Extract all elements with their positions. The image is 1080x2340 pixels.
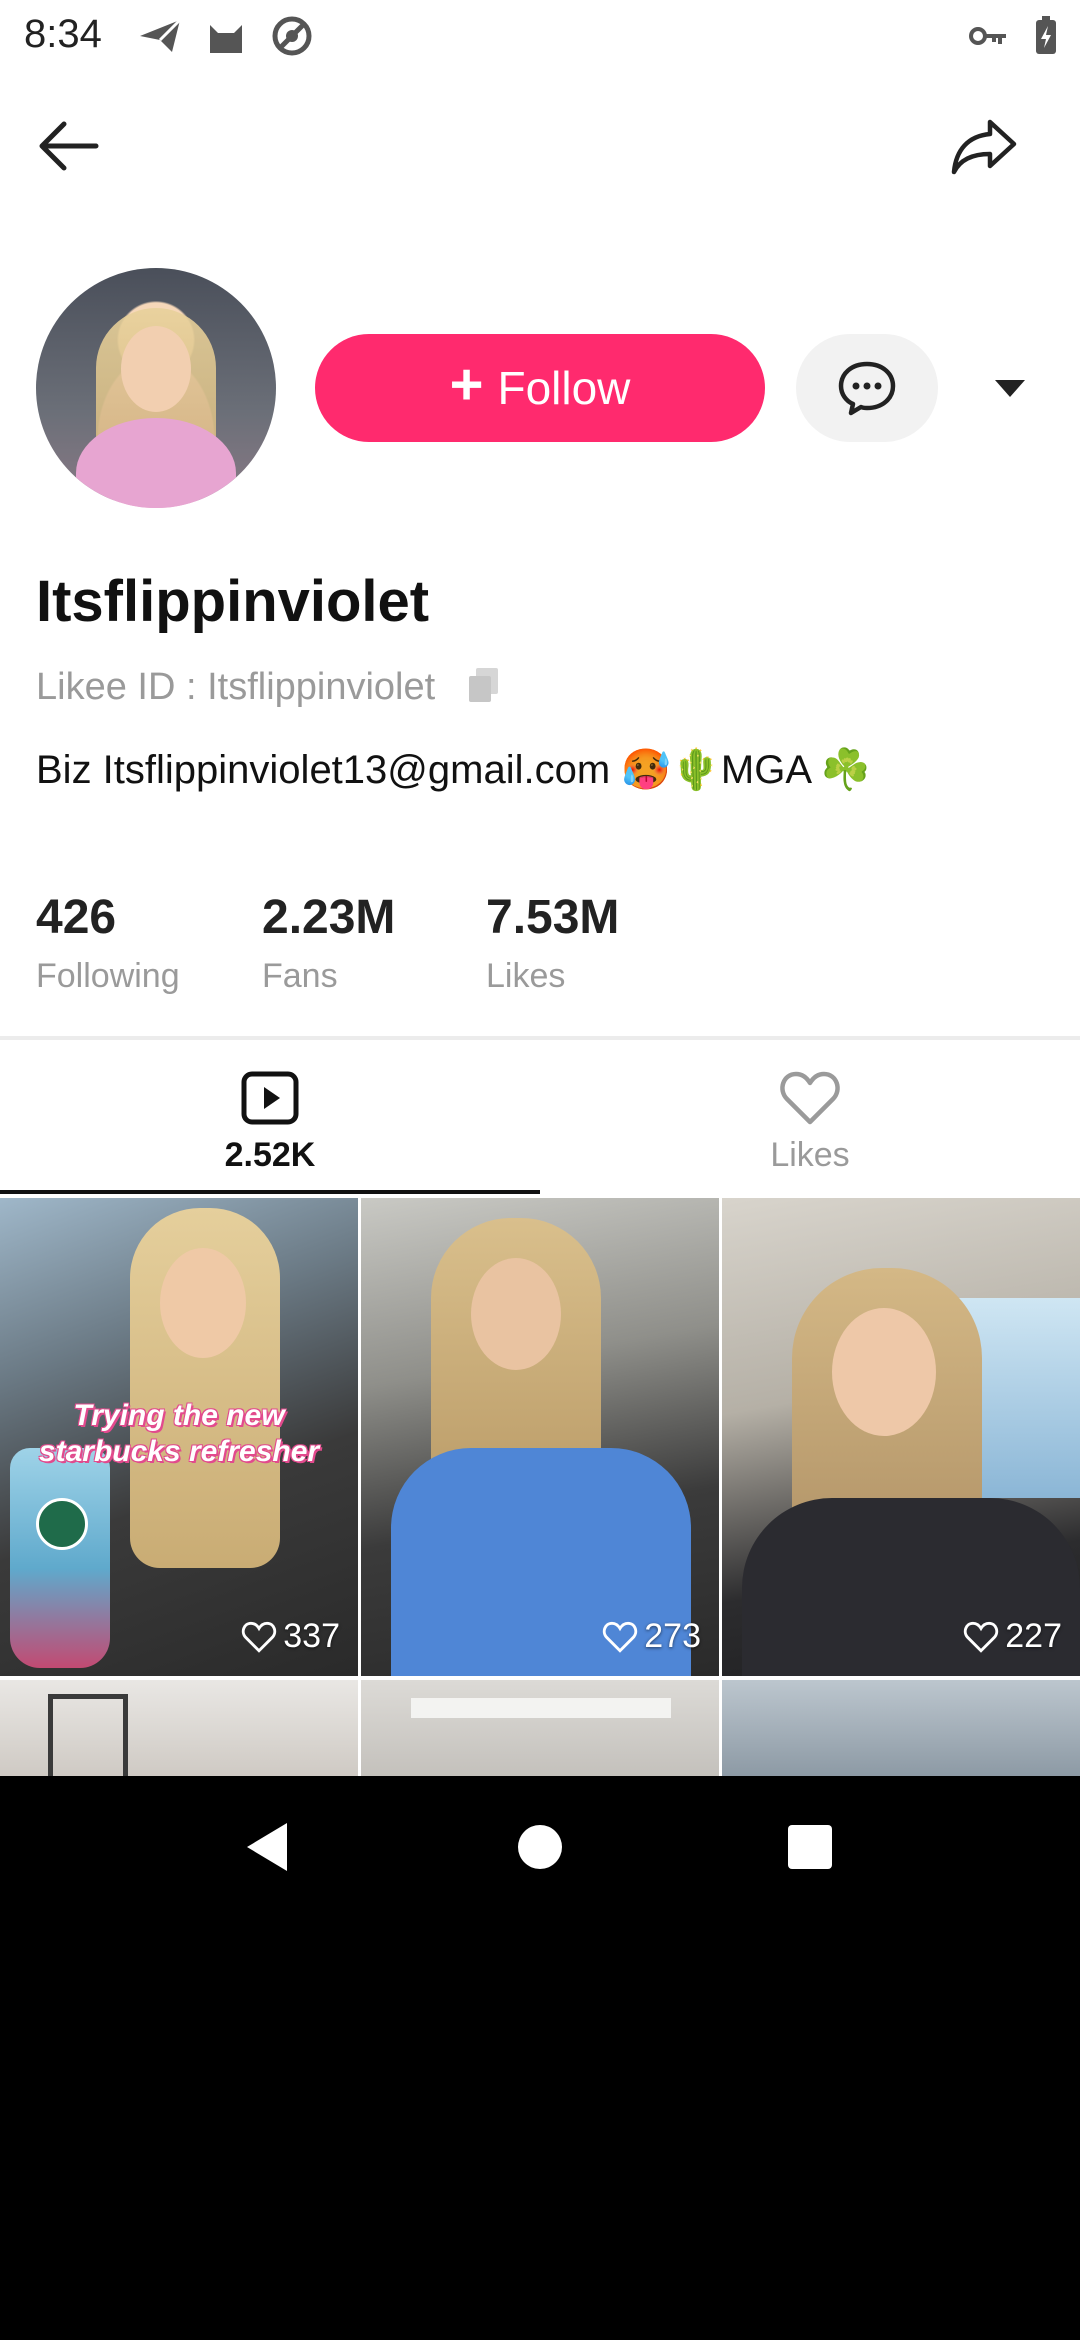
like-count: 337 bbox=[283, 1617, 340, 1655]
status-bar: 8:34 bbox=[0, 0, 1080, 72]
heart-outline-icon bbox=[603, 1621, 638, 1653]
battery-charging-icon bbox=[1024, 14, 1068, 58]
nav-home-button[interactable] bbox=[495, 1802, 585, 1892]
tab-videos[interactable]: 2.52K bbox=[0, 1040, 540, 1192]
stat-following[interactable]: 426 Following bbox=[36, 890, 180, 996]
bio: Biz Itsflippinviolet13@gmail.com 🥵🌵MGA ☘… bbox=[36, 748, 871, 792]
like-count: 273 bbox=[644, 1617, 701, 1655]
stat-value: 426 bbox=[36, 891, 117, 944]
navigation-bar bbox=[0, 1776, 1080, 1916]
video-thumbnail[interactable] bbox=[361, 1680, 719, 1776]
video-thumbnail[interactable]: 227 bbox=[722, 1198, 1080, 1676]
stat-label: Following bbox=[36, 957, 180, 995]
heart-outline-icon bbox=[780, 1071, 840, 1125]
more-options-button[interactable] bbox=[984, 364, 1036, 412]
chat-bubble-icon bbox=[838, 361, 896, 416]
square-recents-icon bbox=[788, 1825, 832, 1869]
stat-fans[interactable]: 2.23M Fans bbox=[262, 890, 395, 996]
like-count: 227 bbox=[1005, 1617, 1062, 1655]
follow-button[interactable]: + Follow bbox=[315, 334, 765, 442]
triangle-back-icon bbox=[247, 1823, 287, 1871]
caret-down-icon bbox=[995, 380, 1025, 397]
tab-likes[interactable]: Likes bbox=[540, 1040, 1080, 1192]
cat-icon bbox=[204, 14, 248, 58]
video-caption: Trying the new starbucks refresher bbox=[38, 1399, 320, 1468]
profile-screen: 8:34 + Follow Itsflippinviolet Likee ID … bbox=[0, 0, 1080, 1776]
send-icon bbox=[138, 14, 182, 58]
stat-label: Likes bbox=[486, 957, 566, 995]
video-like-count: 337 bbox=[241, 1617, 340, 1656]
tab-videos-label: 2.52K bbox=[224, 1136, 316, 1174]
stat-likes[interactable]: 7.53M Likes bbox=[486, 890, 619, 996]
circle-home-icon bbox=[518, 1825, 562, 1869]
heart-outline-icon bbox=[242, 1621, 277, 1653]
share-button[interactable] bbox=[942, 104, 1026, 188]
back-button[interactable] bbox=[26, 104, 110, 188]
video-thumbnail[interactable] bbox=[0, 1680, 358, 1776]
message-button[interactable] bbox=[796, 334, 938, 442]
plus-icon: + bbox=[449, 352, 484, 417]
tab-underline bbox=[0, 1190, 540, 1194]
status-time: 8:34 bbox=[24, 12, 102, 56]
video-thumbnail[interactable] bbox=[722, 1680, 1080, 1776]
key-icon bbox=[966, 14, 1010, 58]
nav-back-button[interactable] bbox=[222, 1802, 312, 1892]
likee-id: Likee ID : Itsflippinviolet bbox=[36, 666, 436, 708]
heart-outline-icon bbox=[964, 1621, 999, 1653]
video-like-count: 227 bbox=[963, 1617, 1062, 1656]
share-arrow-icon bbox=[951, 119, 1017, 175]
copy-icon[interactable] bbox=[466, 666, 502, 706]
tab-likes-label: Likes bbox=[770, 1136, 850, 1174]
stat-value: 2.23M bbox=[262, 891, 396, 944]
video-thumbnail[interactable]: Trying the new starbucks refresher 337 bbox=[0, 1198, 358, 1676]
avatar[interactable] bbox=[36, 268, 276, 508]
stat-value: 7.53M bbox=[486, 891, 620, 944]
video-play-icon bbox=[241, 1071, 299, 1125]
arrow-left-icon bbox=[39, 121, 99, 171]
video-like-count: 273 bbox=[602, 1617, 701, 1656]
nav-recents-button[interactable] bbox=[765, 1802, 855, 1892]
video-thumbnail[interactable]: 273 bbox=[361, 1198, 719, 1676]
username: Itsflippinviolet bbox=[36, 569, 430, 634]
stat-label: Fans bbox=[262, 957, 338, 995]
follow-label: Follow bbox=[497, 362, 631, 414]
at-sign-icon bbox=[270, 14, 314, 58]
